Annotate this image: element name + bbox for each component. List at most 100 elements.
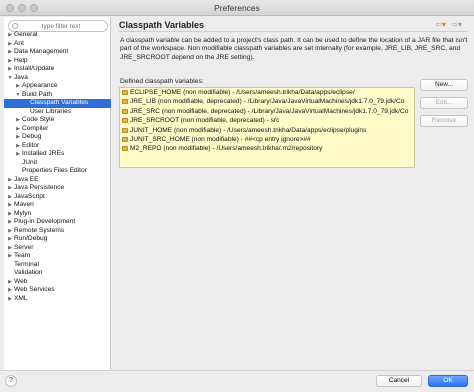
chevron-right-icon[interactable]: ▶ [7, 295, 13, 304]
chevron-right-icon[interactable]: ▶ [7, 278, 13, 287]
new-variable-button[interactable]: New... [420, 79, 468, 91]
chevron-down-icon[interactable]: ▼ [15, 91, 21, 100]
tree-item-label: Plug-in Development [14, 218, 76, 225]
tree-item[interactable]: ▶ Install/Update [4, 65, 111, 74]
tree-item-label: XML [14, 294, 28, 302]
chevron-right-icon[interactable]: ▶ [7, 244, 13, 253]
variable-row[interactable]: JRE_SRCROOT (non modifiable, deprecated)… [120, 116, 414, 125]
tree-item-label: Debug [22, 133, 42, 140]
tree-item[interactable]: ▼ Java [4, 74, 111, 83]
chevron-right-icon[interactable]: ▶ [7, 31, 13, 40]
tree-item-label: JavaScript [14, 192, 45, 200]
tree-item[interactable]: ▶ Compiler [4, 125, 111, 134]
tree-item[interactable]: ▶ Debug [4, 133, 111, 142]
defined-variables-label: Defined classpath variables: [120, 78, 204, 85]
tree-item[interactable]: ▶ Maven [4, 201, 111, 210]
tree-item-label: Maven [14, 201, 34, 208]
tree-item-label: Code Style [22, 116, 55, 123]
chevron-right-icon[interactable]: ▶ [15, 125, 21, 134]
tree-item[interactable]: ▶ Appearance [4, 82, 111, 91]
folder-icon [122, 146, 128, 152]
tree-item-label: Appearance [22, 82, 58, 89]
chevron-right-icon[interactable]: ▶ [7, 176, 13, 185]
variable-row[interactable]: JUNIT_HOME (non modifiable) - /Users/ame… [120, 126, 414, 135]
chevron-right-icon[interactable]: ▶ [7, 48, 13, 57]
tree-item[interactable]: Properties Files Editor [4, 167, 111, 176]
tree-item[interactable]: Terminal [4, 261, 111, 270]
preferences-tree: ▶ General ▶ Ant ▶ Data Management ▶ Help ▶ Instal… [4, 31, 111, 303]
tree-item-label: Terminal [14, 260, 39, 268]
folder-icon [122, 90, 128, 95]
chevron-right-icon[interactable]: ▶ [7, 235, 13, 244]
tree-item[interactable]: ▶ Remote Systems [4, 227, 111, 236]
help-button[interactable]: ? [5, 375, 17, 387]
tree-item-label: Installed JREs [22, 150, 65, 157]
chevron-right-icon[interactable]: ▶ [7, 65, 13, 74]
tree-item[interactable]: ▶ Ant [4, 40, 111, 49]
tree-item[interactable]: ▶ Web Services [4, 286, 111, 295]
variable-row[interactable]: ECLIPSE_HOME (non modifiable) - /Users/a… [120, 88, 414, 97]
variable-row[interactable]: JRE_LIB (non modifiable, deprecated) - /… [120, 97, 414, 106]
tree-item[interactable]: Classpath Variables [4, 99, 111, 108]
variable-row[interactable]: JUNIT_SRC_HOME (non modifiable) - ##<cp … [120, 135, 414, 144]
tree-item-label: Java EE [14, 175, 39, 183]
edit-variable-button[interactable]: Edit... [420, 97, 468, 109]
tree-item-label: Web [14, 277, 28, 285]
tree-item[interactable]: ▶ Installed JREs [4, 150, 111, 159]
filter-input[interactable] [19, 22, 103, 31]
tree-item-label: Install/Update [14, 65, 55, 72]
tree-item[interactable]: ▼ Build Path [4, 91, 111, 100]
tree-item[interactable]: ▶ Team [4, 252, 111, 261]
tree-item[interactable]: JUnit [4, 159, 111, 168]
chevron-down-icon[interactable]: ▼ [7, 74, 13, 83]
tree-item-label: Java Persistence [14, 184, 65, 191]
chevron-right-icon[interactable]: ▶ [7, 201, 13, 210]
dialog-footer: ? Cancel OK [0, 370, 474, 392]
tree-item[interactable]: User Libraries [4, 108, 111, 117]
tree-item[interactable]: Validation [4, 269, 111, 278]
tree-item[interactable]: ▶ Server [4, 244, 111, 253]
chevron-right-icon[interactable]: ▶ [7, 184, 13, 193]
back-arrow-icon[interactable]: ⇦▾ [435, 20, 446, 29]
variable-row[interactable]: JRE_SRC (non modifiable, deprecated) - /… [120, 107, 414, 116]
chevron-right-icon[interactable]: ▶ [15, 116, 21, 125]
classpath-variables-list[interactable]: ECLIPSE_HOME (non modifiable) - /Users/a… [119, 87, 415, 168]
variable-text: ECLIPSE_HOME (non modifiable) - /Users/a… [130, 89, 355, 96]
ok-button[interactable]: OK [428, 375, 468, 387]
chevron-right-icon[interactable]: ▶ [7, 227, 13, 236]
forward-arrow-icon[interactable]: ⇨▾ [451, 20, 462, 29]
tree-item[interactable]: ▶ Help [4, 57, 111, 66]
window-titlebar: Preferences [0, 0, 474, 16]
chevron-right-icon[interactable]: ▶ [15, 82, 21, 91]
tree-item[interactable]: ▶ Java Persistence [4, 184, 111, 193]
chevron-right-icon[interactable]: ▶ [15, 133, 21, 142]
chevron-right-icon[interactable]: ▶ [15, 150, 21, 159]
tree-item[interactable]: ▶ Java EE [4, 176, 111, 185]
remove-variable-button[interactable]: Remove [420, 115, 468, 127]
tree-item[interactable]: ▶ Mylyn [4, 210, 111, 219]
chevron-right-icon[interactable]: ▶ [7, 40, 13, 49]
tree-item[interactable]: ▶ Code Style [4, 116, 111, 125]
chevron-right-icon[interactable]: ▶ [15, 142, 21, 151]
chevron-right-icon[interactable]: ▶ [7, 218, 13, 227]
chevron-right-icon[interactable]: ▶ [7, 252, 13, 261]
tree-item[interactable]: ▶ Data Management [4, 48, 111, 57]
variable-text: JUNIT_HOME (non modifiable) - /Users/ame… [130, 126, 367, 134]
cancel-button[interactable]: Cancel [376, 375, 422, 387]
tree-item[interactable]: ▶ General [4, 31, 111, 40]
tree-item[interactable]: ▶ Run/Debug [4, 235, 111, 244]
tree-item[interactable]: ▶ JavaScript [4, 193, 111, 202]
tree-item[interactable]: ▶ XML [4, 295, 111, 304]
chevron-right-icon[interactable]: ▶ [7, 57, 13, 66]
variable-row[interactable]: M2_REPO (non modifiable) - /Users/ameesh… [120, 144, 414, 153]
chevron-right-icon[interactable]: ▶ [7, 210, 13, 219]
chevron-right-icon[interactable]: ▶ [7, 193, 13, 202]
page-navigation: ⇦▾ ⇨▾ [432, 20, 462, 29]
tree-item[interactable]: ▶ Plug-in Development [4, 218, 111, 227]
folder-icon [122, 136, 128, 142]
tree-item[interactable]: ▶ Editor [4, 142, 111, 151]
title-divider [118, 31, 468, 32]
tree-item-label: Build Path [22, 90, 53, 98]
tree-item[interactable]: ▶ Web [4, 278, 111, 287]
chevron-right-icon[interactable]: ▶ [7, 286, 13, 295]
